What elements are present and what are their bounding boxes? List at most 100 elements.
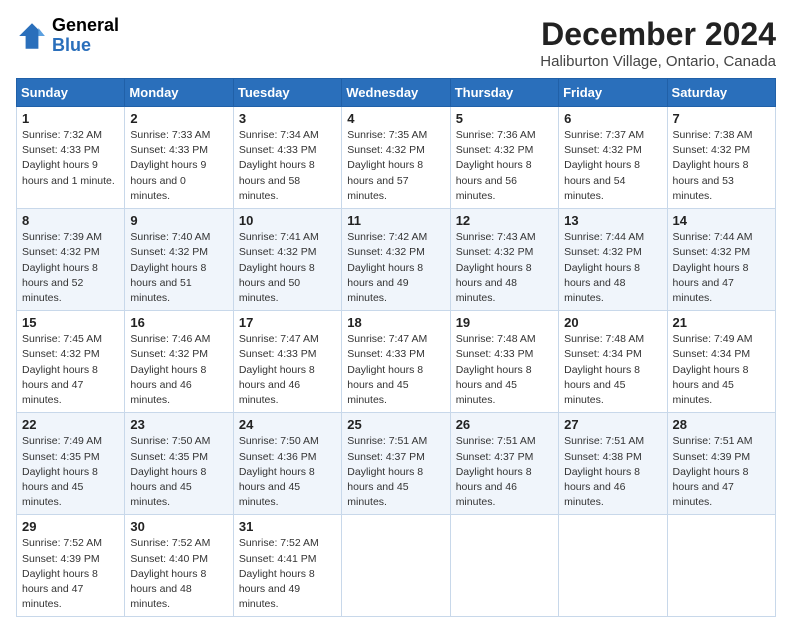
calendar-cell: 16 Sunrise: 7:46 AMSunset: 4:32 PMDayligh… [125,311,233,413]
column-header-sunday: Sunday [17,79,125,107]
calendar-cell: 19 Sunrise: 7:48 AMSunset: 4:33 PMDayligh… [450,311,558,413]
day-number: 30 [130,519,227,534]
calendar-cell [667,515,775,617]
day-detail: Sunrise: 7:43 AMSunset: 4:32 PMDaylight … [456,230,553,306]
calendar-week-row: 29 Sunrise: 7:52 AMSunset: 4:39 PMDayligh… [17,515,776,617]
column-header-saturday: Saturday [667,79,775,107]
calendar-cell: 11 Sunrise: 7:42 AMSunset: 4:32 PMDayligh… [342,209,450,311]
day-number: 15 [22,315,119,330]
day-detail: Sunrise: 7:39 AMSunset: 4:32 PMDaylight … [22,230,119,306]
day-detail: Sunrise: 7:49 AMSunset: 4:35 PMDaylight … [22,434,119,510]
day-number: 3 [239,111,336,126]
day-number: 22 [22,417,119,432]
day-number: 29 [22,519,119,534]
calendar-cell: 2Sunrise: 7:33 AMSunset: 4:33 PMDaylight… [125,107,233,209]
day-number: 14 [673,213,770,228]
day-detail: Sunrise: 7:44 AMSunset: 4:32 PMDaylight … [673,230,770,306]
logo-icon [16,20,48,52]
day-detail: Sunrise: 7:52 AMSunset: 4:41 PMDaylight … [239,536,336,612]
day-number: 8 [22,213,119,228]
calendar-cell: 4Sunrise: 7:35 AMSunset: 4:32 PMDaylight… [342,107,450,209]
calendar-cell: 24 Sunrise: 7:50 AMSunset: 4:36 PMDayligh… [233,413,341,515]
day-detail: Sunrise: 7:36 AMSunset: 4:32 PMDaylight … [456,128,553,204]
day-number: 2 [130,111,227,126]
day-detail: Sunrise: 7:51 AMSunset: 4:39 PMDaylight … [673,434,770,510]
day-number: 18 [347,315,444,330]
day-detail: Sunrise: 7:49 AMSunset: 4:34 PMDaylight … [673,332,770,408]
day-detail: Sunrise: 7:46 AMSunset: 4:32 PMDaylight … [130,332,227,408]
day-number: 5 [456,111,553,126]
calendar-cell: 5 Sunrise: 7:36 AMSunset: 4:32 PMDaylight… [450,107,558,209]
day-number: 24 [239,417,336,432]
location: Haliburton Village, Ontario, Canada [540,53,776,70]
day-detail: Sunrise: 7:52 AMSunset: 4:39 PMDaylight … [22,536,119,612]
day-detail: Sunrise: 7:44 AMSunset: 4:32 PMDaylight … [564,230,661,306]
calendar-cell: 17 Sunrise: 7:47 AMSunset: 4:33 PMDayligh… [233,311,341,413]
calendar-cell: 3 Sunrise: 7:34 AMSunset: 4:33 PMDaylight… [233,107,341,209]
day-number: 21 [673,315,770,330]
day-number: 23 [130,417,227,432]
day-detail: Sunrise: 7:50 AMSunset: 4:36 PMDaylight … [239,434,336,510]
calendar-cell: 21 Sunrise: 7:49 AMSunset: 4:34 PMDayligh… [667,311,775,413]
calendar-table: SundayMondayTuesdayWednesdayThursdayFrid… [16,78,776,617]
calendar-week-row: 15 Sunrise: 7:45 AMSunset: 4:32 PMDayligh… [17,311,776,413]
day-detail: Sunrise: 7:41 AMSunset: 4:32 PMDaylight … [239,230,336,306]
day-detail: Sunrise: 7:45 AMSunset: 4:32 PMDaylight … [22,332,119,408]
day-number: 19 [456,315,553,330]
day-detail: Sunrise: 7:51 AMSunset: 4:38 PMDaylight … [564,434,661,510]
column-header-thursday: Thursday [450,79,558,107]
calendar-cell: 10Sunrise: 7:41 AMSunset: 4:32 PMDayligh… [233,209,341,311]
calendar-cell: 23 Sunrise: 7:50 AMSunset: 4:35 PMDayligh… [125,413,233,515]
month-title: December 2024 [540,16,776,53]
column-header-tuesday: Tuesday [233,79,341,107]
calendar-cell [342,515,450,617]
column-header-friday: Friday [559,79,667,107]
calendar-cell: 12 Sunrise: 7:43 AMSunset: 4:32 PMDayligh… [450,209,558,311]
day-number: 9 [130,213,227,228]
day-number: 27 [564,417,661,432]
calendar-cell: 8 Sunrise: 7:39 AMSunset: 4:32 PMDaylight… [17,209,125,311]
day-detail: Sunrise: 7:51 AMSunset: 4:37 PMDaylight … [456,434,553,510]
logo: General Blue [16,16,119,56]
day-number: 13 [564,213,661,228]
calendar-header-row: SundayMondayTuesdayWednesdayThursdayFrid… [17,79,776,107]
day-detail: Sunrise: 7:48 AMSunset: 4:34 PMDaylight … [564,332,661,408]
day-number: 20 [564,315,661,330]
day-number: 1 [22,111,119,126]
day-detail: Sunrise: 7:38 AMSunset: 4:32 PMDaylight … [673,128,770,204]
calendar-week-row: 8 Sunrise: 7:39 AMSunset: 4:32 PMDaylight… [17,209,776,311]
day-detail: Sunrise: 7:47 AMSunset: 4:33 PMDaylight … [239,332,336,408]
column-header-wednesday: Wednesday [342,79,450,107]
day-number: 31 [239,519,336,534]
calendar-cell: 9 Sunrise: 7:40 AMSunset: 4:32 PMDaylight… [125,209,233,311]
day-number: 28 [673,417,770,432]
day-detail: Sunrise: 7:51 AMSunset: 4:37 PMDaylight … [347,434,444,510]
day-number: 16 [130,315,227,330]
calendar-cell [450,515,558,617]
logo-line2: Blue [52,36,119,56]
calendar-cell: 27 Sunrise: 7:51 AMSunset: 4:38 PMDayligh… [559,413,667,515]
day-detail: Sunrise: 7:37 AMSunset: 4:32 PMDaylight … [564,128,661,204]
logo-line1: General [52,16,119,36]
day-detail: Sunrise: 7:34 AMSunset: 4:33 PMDaylight … [239,128,336,204]
day-detail: Sunrise: 7:48 AMSunset: 4:33 PMDaylight … [456,332,553,408]
day-detail: Sunrise: 7:50 AMSunset: 4:35 PMDaylight … [130,434,227,510]
day-number: 11 [347,213,444,228]
calendar-cell: 26Sunrise: 7:51 AMSunset: 4:37 PMDayligh… [450,413,558,515]
calendar-cell: 29 Sunrise: 7:52 AMSunset: 4:39 PMDayligh… [17,515,125,617]
calendar-cell: 22 Sunrise: 7:49 AMSunset: 4:35 PMDayligh… [17,413,125,515]
day-number: 12 [456,213,553,228]
calendar-cell: 7 Sunrise: 7:38 AMSunset: 4:32 PMDaylight… [667,107,775,209]
calendar-cell: 31 Sunrise: 7:52 AMSunset: 4:41 PMDayligh… [233,515,341,617]
day-number: 7 [673,111,770,126]
day-detail: Sunrise: 7:40 AMSunset: 4:32 PMDaylight … [130,230,227,306]
column-header-monday: Monday [125,79,233,107]
day-detail: Sunrise: 7:35 AMSunset: 4:32 PMDaylight … [347,128,444,204]
day-number: 25 [347,417,444,432]
calendar-cell: 13 Sunrise: 7:44 AMSunset: 4:32 PMDayligh… [559,209,667,311]
day-number: 17 [239,315,336,330]
day-detail: Sunrise: 7:42 AMSunset: 4:32 PMDaylight … [347,230,444,306]
calendar-cell: 18 Sunrise: 7:47 AMSunset: 4:33 PMDayligh… [342,311,450,413]
day-detail: Sunrise: 7:32 AMSunset: 4:33 PMDaylight … [22,128,119,189]
day-detail: Sunrise: 7:47 AMSunset: 4:33 PMDaylight … [347,332,444,408]
